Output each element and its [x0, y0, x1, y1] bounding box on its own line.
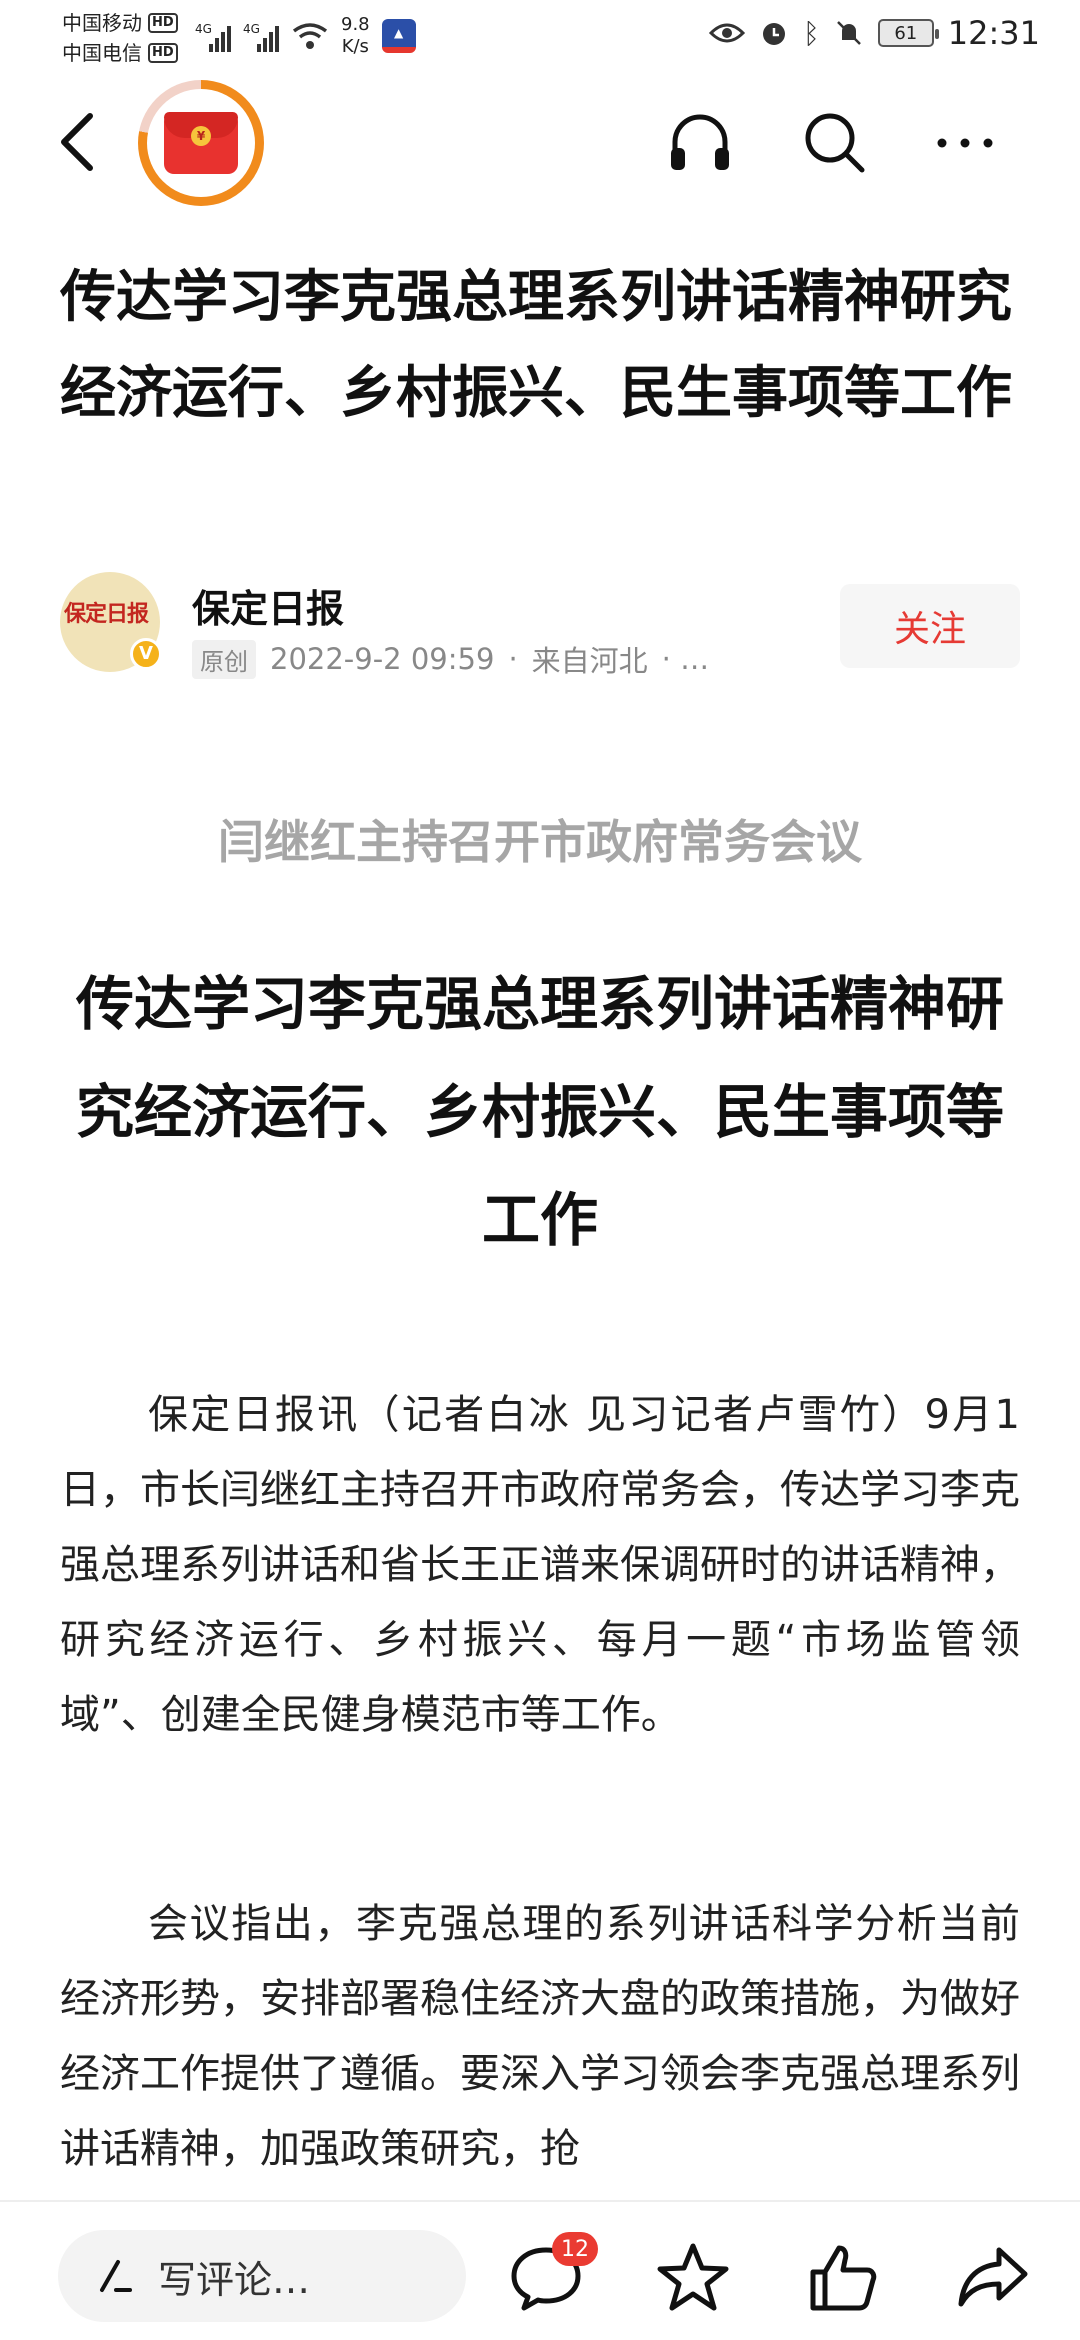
back-button[interactable]	[50, 102, 110, 182]
headphones-icon[interactable]	[665, 108, 735, 178]
author-row: 保定日报 V 保定日报 原创 2022-9-2 09:59 · 来自河北 · ……	[60, 572, 1020, 679]
paragraph: 会议指出，李克强总理的系列讲话科学分析当前经济形势，安排部署稳住经济大盘的政策措…	[60, 1901, 1020, 2172]
wifi-icon	[292, 23, 328, 49]
carrier-info: 中国移动 HD 中国电信 HD	[62, 8, 178, 68]
net-speed: 9.8 K/s	[341, 14, 370, 57]
post-meta: 原创 2022-9-2 09:59 · 来自河北 · …	[192, 638, 709, 680]
article-headline: 传达学习李克强总理系列讲话精神研究经济运行、乡村振兴、民生事项等工作	[75, 970, 1004, 1254]
clock: 12:31	[947, 14, 1040, 52]
thumbs-up-icon[interactable]	[805, 2240, 881, 2316]
comment-input[interactable]: 写评论…	[58, 2230, 466, 2322]
author-name[interactable]: 保定日报	[192, 578, 344, 633]
post-datetime: 2022-9-2 09:59	[270, 642, 495, 676]
hd-badge: HD	[148, 43, 178, 63]
signal-1-icon: 4G	[195, 20, 231, 52]
more-dots-icon[interactable]	[930, 108, 1000, 178]
carrier-2: 中国电信	[62, 41, 142, 65]
red-packet-icon: ¥	[164, 112, 238, 174]
bluetooth-icon: ᛒ	[802, 16, 820, 50]
app-notification-icon: ▲	[381, 19, 416, 53]
paragraph: 保定日报讯（记者白冰 见习记者卢雪竹）9月1日，市长闫继红主持召开市政府常务会，…	[60, 1392, 1020, 1738]
status-right: ᛒ 61 12:31	[708, 14, 1040, 52]
alarm-icon	[762, 23, 785, 45]
avatar-logo-text: 保定日报	[64, 601, 149, 627]
signal-indicators: 4G 4G 9.8 K/s ▲	[195, 14, 416, 58]
meta-separator: ·	[508, 642, 518, 676]
mute-icon	[836, 21, 861, 45]
meta-truncation: · …	[661, 642, 710, 676]
status-bar: 中国移动 HD 中国电信 HD 4G 4G 9.8 K/s ▲ ᛒ 61 12:31	[0, 0, 1080, 70]
article-title: 传达学习李克强总理系列讲话精神研究经济运行、乡村振兴、民生事项等工作	[60, 265, 1012, 426]
carrier-1: 中国移动	[62, 11, 142, 35]
top-nav: ¥	[0, 72, 1080, 212]
share-arrow-icon[interactable]	[955, 2240, 1031, 2316]
search-icon[interactable]	[800, 108, 870, 178]
verified-badge: V	[130, 638, 162, 670]
signal-2-icon: 4G	[243, 20, 279, 52]
eye-icon	[708, 23, 745, 43]
hd-badge: HD	[148, 13, 178, 33]
avatar[interactable]: 保定日报 V	[60, 572, 162, 672]
pen-icon	[100, 2260, 132, 2292]
original-badge: 原创	[192, 639, 256, 679]
red-packet-button[interactable]: ¥	[138, 80, 264, 206]
comment-count-badge: 12	[552, 2232, 598, 2266]
comment-placeholder: 写评论…	[158, 2257, 311, 2302]
follow-button[interactable]: 关注	[840, 584, 1020, 668]
battery-indicator: 61	[877, 19, 939, 47]
bottom-action-bar: 写评论… 12	[0, 2200, 1080, 2340]
star-icon[interactable]	[655, 2240, 731, 2316]
post-location: 来自河北	[531, 644, 648, 678]
article-subtitle: 闫继红主持召开市政府常务会议	[218, 815, 862, 869]
